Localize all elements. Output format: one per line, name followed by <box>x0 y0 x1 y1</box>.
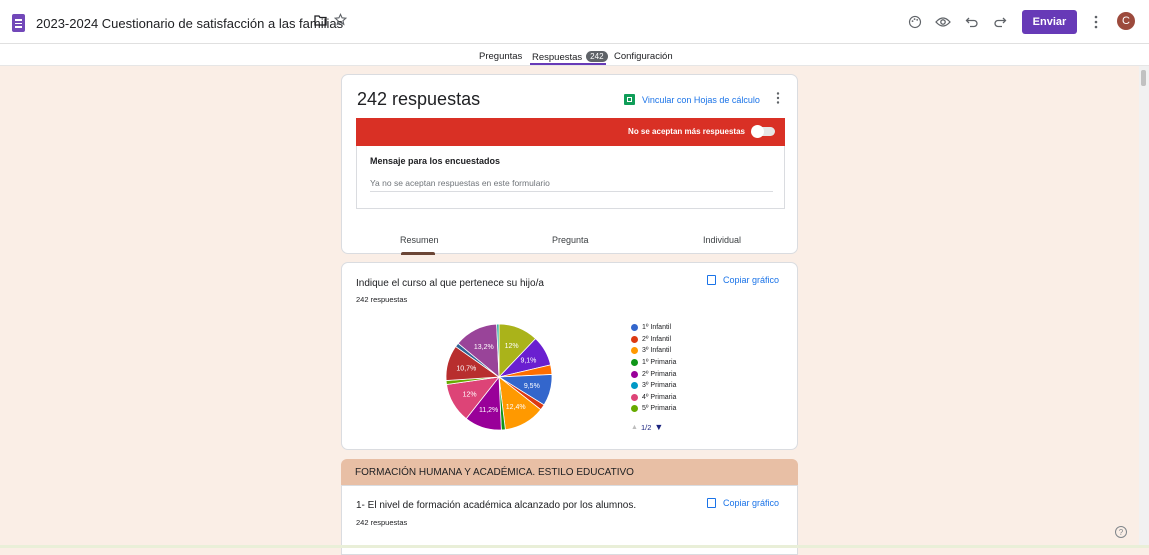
legend-label: 3º Infantil <box>642 347 672 355</box>
active-tab-indicator <box>530 63 606 65</box>
legend-label: 5º Primaria <box>642 405 677 413</box>
undo-icon[interactable] <box>963 13 981 31</box>
redo-icon[interactable] <box>991 13 1009 31</box>
pie-slice-label: 10,7% <box>456 365 476 372</box>
active-subtab-indicator <box>401 252 435 255</box>
responses-summary-card: 242 respuestas Vincular con Hojas de cál… <box>341 74 798 255</box>
legend-swatch <box>631 324 638 332</box>
legend-prev-icon[interactable]: ▲ <box>631 424 638 431</box>
copy-chart-button[interactable]: Copiar gráfico <box>707 275 779 285</box>
pie-chart[interactable]: 12% 9,1% 9,5% 12,4% 11,2% 12% 10,7% 13,2% <box>443 321 555 433</box>
preview-eye-icon[interactable] <box>934 13 952 31</box>
scrollbar[interactable] <box>1139 66 1149 548</box>
link-sheets-label: Vincular con Hojas de cálculo <box>642 94 760 105</box>
pie-slice-label: 12% <box>505 343 519 350</box>
responses-title: 242 respuestas <box>357 89 481 109</box>
copy-icon <box>707 275 716 285</box>
copy-icon <box>707 498 716 508</box>
pie-slice-label: 9,5% <box>524 383 540 390</box>
scrollbar-thumb[interactable] <box>1141 70 1146 86</box>
message-field-underline <box>370 191 773 192</box>
legend-label: 1º Infantil <box>642 324 672 332</box>
palette-icon[interactable] <box>906 13 924 31</box>
pie-slice-label: 13,2% <box>474 344 494 351</box>
pie-slice-label: 12,4% <box>506 404 526 411</box>
legend-item: 3º Primaria <box>631 380 676 392</box>
help-icon[interactable]: ? <box>1115 526 1127 538</box>
question-response-count-2: 242 respuestas <box>356 518 408 527</box>
legend-item: 2º Infantil <box>631 334 676 346</box>
question-response-count: 242 respuestas <box>356 295 408 304</box>
tab-respuestas[interactable]: Respuestas 242 <box>532 51 608 63</box>
send-button[interactable]: Enviar <box>1022 10 1077 34</box>
copy-chart-button-2[interactable]: Copiar gráfico <box>707 498 779 508</box>
form-tabs: Preguntas Respuestas 242 Configuración <box>0 44 1149 66</box>
avatar[interactable]: C <box>1117 12 1135 30</box>
legend-swatch <box>631 370 638 378</box>
message-field[interactable]: Ya no se aceptan respuestas en este form… <box>370 178 550 188</box>
top-bar: 2023-2024 Cuestionario de satisfacción a… <box>0 0 1149 44</box>
question-card: Indique el curso al que pertenece su hij… <box>341 262 798 450</box>
legend-pager: ▲ 1/2 ▼ <box>631 422 663 432</box>
closed-responses-panel: No se aceptan más respuestas Mensaje par… <box>356 118 785 209</box>
legend-item: 4º Primaria <box>631 392 676 404</box>
tab-respuestas-label: Respuestas <box>532 52 583 63</box>
more-options-icon[interactable] <box>776 92 780 107</box>
legend-label: 4º Primaria <box>642 393 677 401</box>
legend-swatch <box>631 347 638 355</box>
forms-app-icon[interactable] <box>12 14 25 32</box>
section-title: FORMACIÓN HUMANA Y ACADÉMICA. ESTILO EDU… <box>355 467 634 478</box>
accepting-responses-toggle[interactable] <box>751 125 775 138</box>
legend-next-icon[interactable]: ▼ <box>654 422 663 432</box>
star-icon[interactable] <box>334 13 347 26</box>
tab-configuracion[interactable]: Configuración <box>614 51 673 62</box>
not-accepting-label: No se aceptan más respuestas <box>628 127 745 136</box>
sheets-icon <box>624 94 635 105</box>
legend-item: 1º Primaria <box>631 357 676 369</box>
legend-swatch <box>631 393 638 401</box>
section-header: FORMACIÓN HUMANA Y ACADÉMICA. ESTILO EDU… <box>341 459 798 486</box>
pie-slice-label: 9,1% <box>520 358 536 365</box>
responses-count-badge: 242 <box>586 51 608 62</box>
message-label: Mensaje para los encuestados <box>370 156 501 166</box>
document-title[interactable]: 2023-2024 Cuestionario de satisfacción a… <box>36 16 343 31</box>
legend-label: 2º Primaria <box>642 370 677 378</box>
more-vert-icon[interactable] <box>1087 13 1105 31</box>
legend-swatch <box>631 382 638 390</box>
not-accepting-bar: No se aceptan más respuestas <box>356 118 785 146</box>
folder-icon[interactable] <box>314 14 327 26</box>
pie-slice-label: 11,2% <box>479 407 498 414</box>
chart-legend: 1º Infantil 2º Infantil 3º Infantil 1º Prim… <box>631 322 676 415</box>
legend-item: 5º Primaria <box>631 403 676 415</box>
legend-swatch <box>631 335 638 343</box>
legend-item: 3º Infantil <box>631 345 676 357</box>
copy-chart-label-2: Copiar gráfico <box>723 498 780 508</box>
legend-page-label: 1/2 <box>640 422 652 432</box>
tab-preguntas[interactable]: Preguntas <box>479 51 522 62</box>
legend-item: 2º Primaria <box>631 368 676 380</box>
legend-swatch <box>631 359 638 367</box>
copy-chart-label: Copiar gráfico <box>723 275 780 285</box>
question-title: Indique el curso al que pertenece su hij… <box>356 278 544 289</box>
link-sheets-button[interactable]: Vincular con Hojas de cálculo <box>624 94 760 105</box>
subtab-pregunta[interactable]: Pregunta <box>552 235 589 245</box>
subtab-resumen[interactable]: Resumen <box>400 235 439 245</box>
legend-label: 2º Infantil <box>642 335 672 343</box>
legend-item: 1º Infantil <box>631 322 676 334</box>
legend-label: 3º Primaria <box>642 382 677 390</box>
question-title-2: 1- El nivel de formación académica alcan… <box>356 500 637 511</box>
legend-swatch <box>631 405 638 413</box>
legend-label: 1º Primaria <box>642 359 677 367</box>
pie-slice-label: 12% <box>463 391 477 398</box>
subtab-individual[interactable]: Individual <box>703 235 741 245</box>
